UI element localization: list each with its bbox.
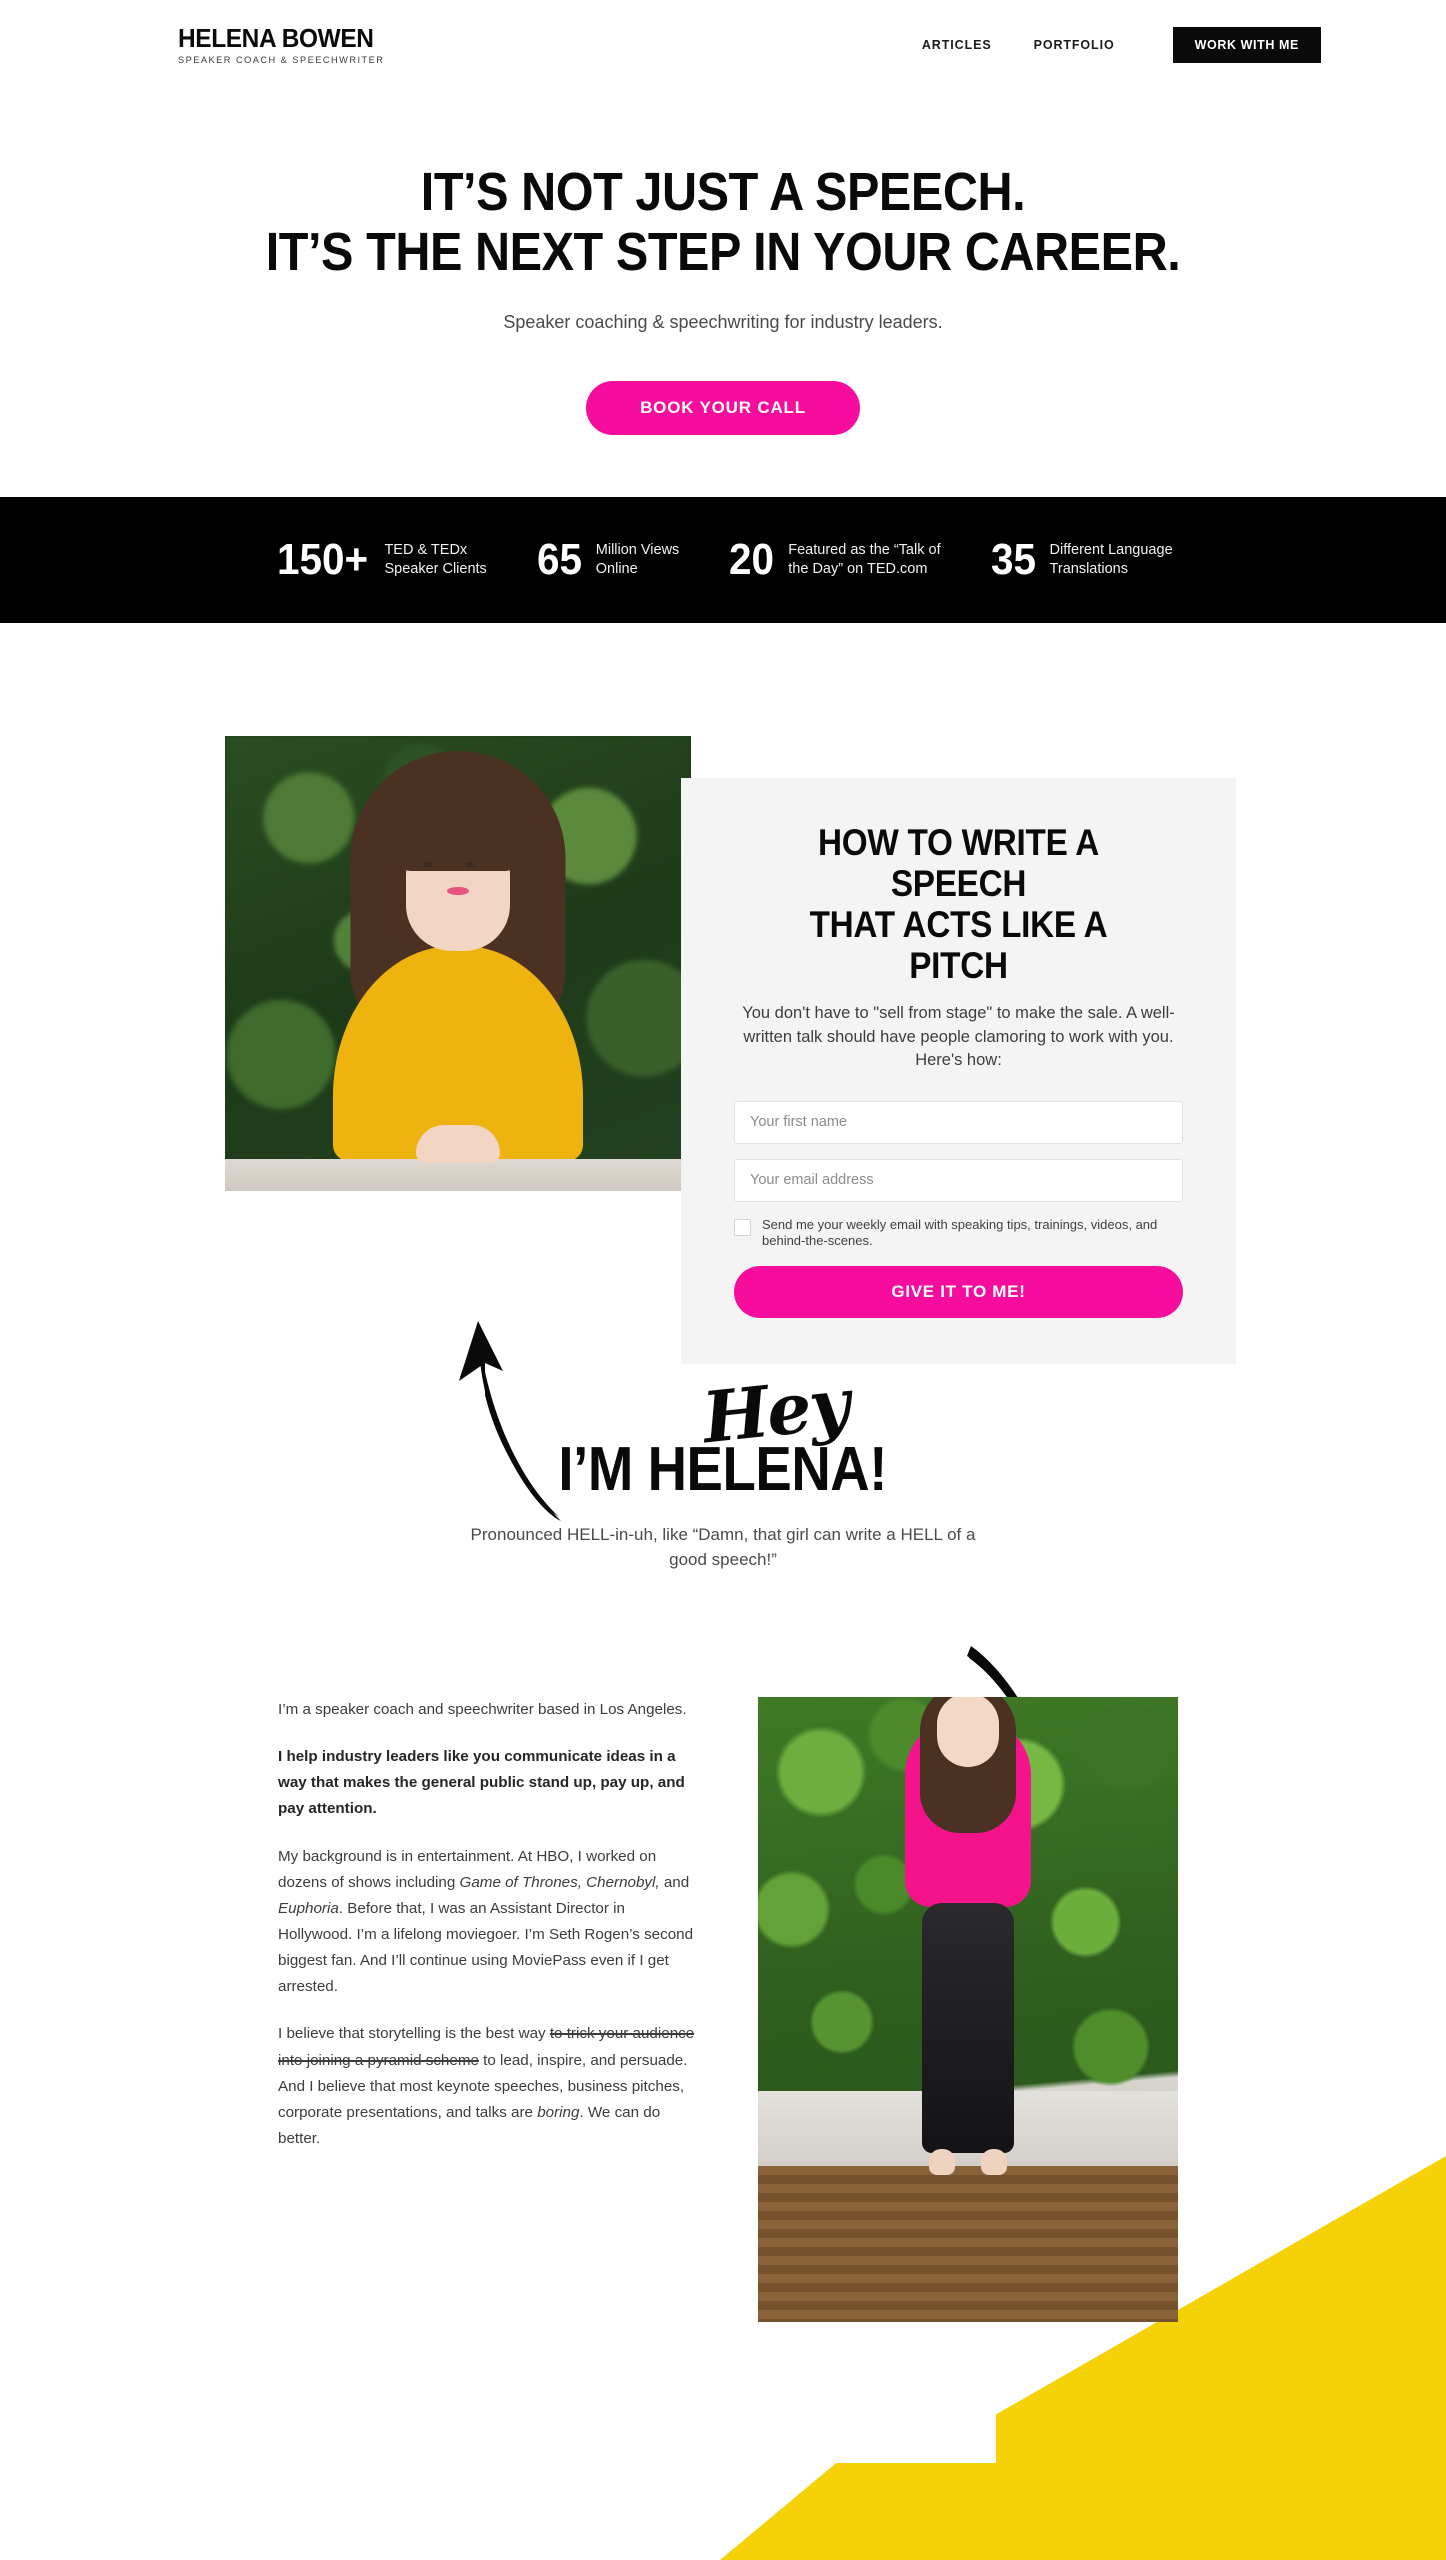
eye-left [423, 862, 432, 868]
stat-label: Different Language Translations [1050, 541, 1173, 579]
stat-label-line-2: Translations [1049, 561, 1128, 578]
bio-p4-emphasis: boring [537, 2103, 580, 2121]
stat-label-line-1: Featured as the “Talk of [788, 541, 941, 558]
stat-item: 65 Million Views Online [535, 538, 728, 582]
stat-label: Million Views Online [596, 541, 680, 579]
stat-item: 35 Different Language Translations [989, 538, 1173, 582]
logo[interactable]: HELENA BOWEN SPEAKER COACH & SPEECHWRITE… [178, 25, 386, 66]
helena-name-block: Hey I’M HELENA! [536, 1362, 909, 1505]
face [937, 1697, 999, 1768]
stat-label-line-2: the Day” on TED.com [788, 561, 928, 578]
main-nav: ARTICLES PORTFOLIO WORK WITH ME [922, 27, 1321, 63]
nav-link-portfolio[interactable]: PORTFOLIO [1034, 38, 1115, 52]
optin-description: You don't have to "sell from stage" to m… [742, 1004, 1175, 1070]
newsletter-consent-row[interactable]: Send me your weekly email with speaking … [734, 1217, 1183, 1250]
bio-section: I’m a speaker coach and speechwriter bas… [0, 1663, 1446, 2323]
book-your-call-button[interactable]: BOOK YOUR CALL [586, 381, 860, 436]
stat-label-line-2: Online [595, 561, 638, 578]
stat-label-line-1: TED & TEDx [384, 541, 468, 558]
hero-headline: IT’S NOT JUST A SPEECH. IT’S THE NEXT ST… [108, 162, 1337, 283]
logo-tagline: SPEAKER COACH & SPEECHWRITER [178, 55, 385, 66]
pronunciation-note: Pronounced HELL-in-uh, like “Damn, that … [470, 1525, 976, 1569]
hero-subheadline: Speaker coaching & speechwriting for ind… [503, 311, 943, 332]
eye-right [465, 862, 474, 868]
stat-label: Featured as the “Talk of the Day” on TED… [788, 541, 940, 579]
site-header: HELENA BOWEN SPEAKER COACH & SPEECHWRITE… [0, 0, 1446, 90]
logo-name: HELENA BOWEN [178, 22, 374, 53]
landing-page: HELENA BOWEN SPEAKER COACH & SPEECHWRITE… [0, 0, 1446, 2560]
stats-bar: 150+ TED & TEDx Speaker Clients 65 Milli… [0, 497, 1446, 624]
pink-sweater [905, 1697, 1031, 1908]
bio-p3-part-b: and [659, 1873, 690, 1891]
bio-text-column: I’m a speaker coach and speechwriter bas… [278, 1697, 698, 2173]
stat-label-line-1: Different Language [1049, 541, 1173, 558]
newsletter-checkbox-label: Send me your weekly email with speaking … [762, 1216, 1158, 1249]
email-input[interactable] [734, 1158, 1183, 1202]
stat-number: 20 [729, 535, 775, 585]
bio-p3-part-c: . Before that, I was an Assistant Direct… [278, 1899, 694, 1996]
intro-section: Hey I’M HELENA! Pronounced HELL-in-uh, l… [0, 1263, 1446, 1663]
stat-label: TED & TEDx Speaker Clients [384, 541, 486, 579]
bio-p3-title-1: Game of Thrones, Chernobyl, [459, 1873, 660, 1891]
bio-paragraph-2: I help industry leaders like you communi… [278, 1748, 685, 1818]
bio-p4-part-a: I believe that storytelling is the best … [278, 2025, 550, 2043]
hero-headline-line-2: IT’S THE NEXT STEP IN YOUR CAREER. [265, 222, 1181, 283]
hero-cta-wrap: BOOK YOUR CALL [40, 381, 1406, 436]
optin-section: HOW TO WRITE A SPEECH THAT ACTS LIKE A P… [0, 623, 1446, 1364]
stat-item: 150+ TED & TEDx Speaker Clients [273, 538, 534, 582]
hero-section: IT’S NOT JUST A SPEECH. IT’S THE NEXT ST… [0, 90, 1446, 436]
stat-number: 150+ [277, 535, 369, 585]
wood-deck [758, 2165, 1178, 2323]
first-name-input[interactable] [734, 1100, 1183, 1144]
stat-number: 35 [990, 535, 1036, 585]
optin-heading-line-2: THAT ACTS LIKE A PITCH [809, 904, 1108, 987]
stat-item: 20 Featured as the “Talk of the Day” on … [727, 538, 988, 582]
work-with-me-button[interactable]: WORK WITH ME [1172, 27, 1321, 63]
stat-label-line-1: Million Views [595, 541, 680, 558]
optin-heading: HOW TO WRITE A SPEECH THAT ACTS LIKE A P… [756, 822, 1160, 986]
stat-label-line-2: Speaker Clients [384, 561, 487, 578]
hero-headline-line-1: IT’S NOT JUST A SPEECH. [420, 162, 1026, 222]
helena-fullbody-pink-photo [758, 1697, 1178, 2323]
bio-paragraph-1: I’m a speaker coach and speechwriter bas… [278, 1701, 687, 1719]
im-helena-headline: I’M HELENA! [558, 1435, 888, 1505]
table-surface [225, 1159, 691, 1192]
clasped-hands [416, 1125, 500, 1164]
helena-portrait-yellow-photo [225, 736, 691, 1192]
optin-heading-line-1: HOW TO WRITE A SPEECH [817, 822, 1100, 905]
bare-feet [929, 2149, 1007, 2176]
lips [447, 887, 469, 896]
black-leggings [922, 1903, 1014, 2154]
bio-paragraph-4: I believe that storytelling is the best … [278, 2021, 698, 2152]
stat-number: 65 [536, 535, 582, 585]
nav-link-articles[interactable]: ARTICLES [922, 38, 992, 52]
bio-paragraph-3: My background is in entertainment. At HB… [278, 1844, 698, 2001]
newsletter-checkbox[interactable] [734, 1218, 751, 1236]
bio-p3-title-2: Euphoria [278, 1899, 339, 1917]
